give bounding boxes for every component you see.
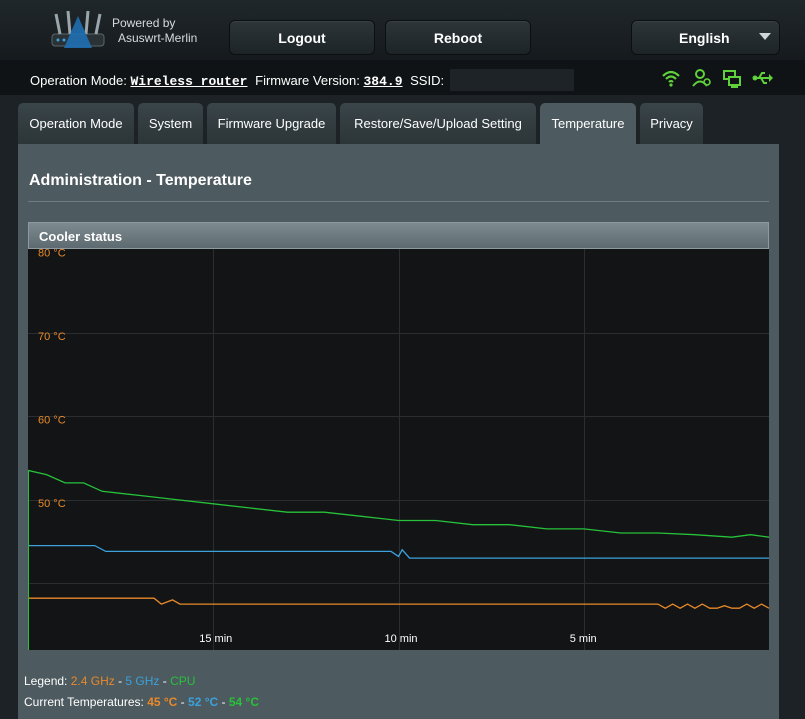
router-logo-icon [51, 10, 105, 48]
x-tick-label: 10 min [385, 633, 418, 645]
current-temp-separator: - [218, 695, 229, 709]
tab-restore-save-upload[interactable]: Restore/Save/Upload Setting [340, 103, 536, 144]
language-value: English [679, 29, 730, 46]
tab-privacy[interactable]: Privacy [640, 103, 703, 144]
title-divider [28, 201, 769, 202]
user-icon[interactable] [692, 68, 712, 88]
ssid-value-masked [449, 69, 574, 91]
main-panel: Administration - Temperature Cooler stat… [18, 144, 779, 719]
legend-item-24ghz: 2.4 GHz [70, 674, 115, 688]
series-line-cpu [27, 469, 770, 538]
brand-name: Asuswrt-Merlin [118, 31, 198, 45]
y-tick-label: 60 °C [38, 415, 66, 427]
legend-separator: - [159, 674, 171, 688]
ssid-label: SSID: [410, 73, 445, 88]
tab-temperature[interactable]: Temperature [540, 103, 636, 144]
operation-mode-link[interactable]: Wireless router [130, 74, 247, 89]
status-bar: Operation Mode: Wireless router Firmware… [0, 60, 805, 95]
current-temps-label: Current Temperatures: [24, 695, 144, 709]
current-temp-separator: - [177, 695, 189, 709]
powered-by-text: Powered by Asuswrt-Merlin [112, 16, 197, 46]
current-temp-24ghz: 45 °C [147, 695, 178, 709]
top-bar: Powered by Asuswrt-Merlin Logout Reboot … [0, 0, 805, 60]
x-tick-label: 15 min [199, 633, 232, 645]
operation-mode-label: Operation Mode: [30, 73, 127, 88]
y-tick-label: 50 °C [38, 498, 66, 510]
legend-separator: - [114, 674, 126, 688]
legend-label: Legend: [24, 674, 68, 688]
usb-icon[interactable] [752, 68, 774, 88]
reboot-button[interactable]: Reboot [385, 20, 531, 55]
y-tick-label: 70 °C [38, 331, 66, 343]
firmware-version-link[interactable]: 384.9 [364, 74, 403, 89]
tab-operation-mode[interactable]: Operation Mode [18, 103, 134, 144]
series-line-5-ghz [28, 544, 769, 559]
legend-item-cpu: CPU [170, 674, 196, 688]
section-header: Cooler status [28, 222, 769, 249]
page-title: Administration - Temperature [29, 172, 252, 189]
tab-system[interactable]: System [138, 103, 203, 144]
wifi-icon[interactable] [661, 68, 681, 88]
current-temp-5ghz: 52 °C [188, 695, 219, 709]
network-icon[interactable] [722, 68, 742, 88]
chevron-down-icon [759, 33, 771, 40]
y-tick-label: 80 °C [38, 249, 66, 260]
logout-button[interactable]: Logout [229, 20, 375, 55]
current-temp-cpu: 54 °C [228, 695, 259, 709]
section-title: Cooler status [39, 229, 123, 244]
language-select[interactable]: English [631, 20, 780, 55]
x-tick-label: 5 min [570, 633, 597, 645]
firmware-label: Firmware Version: [255, 73, 360, 88]
legend-item-5ghz: 5 GHz [125, 674, 160, 688]
temperature-chart-svg: 80 °C 70 °C 60 °C 50 °C 15 min 10 min 5 min [27, 248, 770, 650]
legend-row: Legend: 2.4 GHz - 5 GHz - CPU [24, 674, 195, 688]
series-line-2-4-ghz [28, 597, 770, 609]
current-temps-row: Current Temperatures: 45 °C - 52 °C - 54… [24, 695, 259, 709]
temperature-chart: 80 °C 70 °C 60 °C 50 °C 15 min 10 min 5 min [27, 248, 770, 650]
powered-by-label: Powered by [112, 16, 176, 30]
tab-firmware-upgrade[interactable]: Firmware Upgrade [207, 103, 336, 144]
